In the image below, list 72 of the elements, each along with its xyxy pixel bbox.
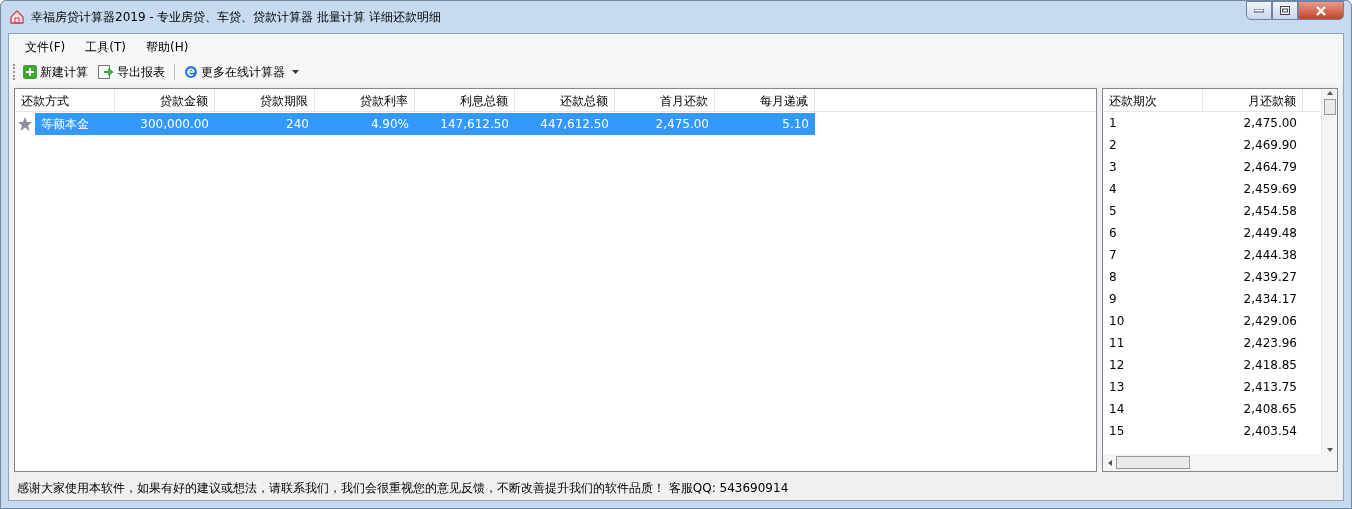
- column-header[interactable]: 贷款利率: [315, 89, 415, 111]
- table-cell-text: 240: [285, 115, 310, 133]
- table-cell-text: 2,454.58: [1242, 203, 1298, 220]
- table-cell-text: 2,464.79: [1242, 159, 1298, 176]
- table-cell-text: 2,439.27: [1242, 269, 1298, 286]
- column-header[interactable]: 利息总额: [415, 89, 515, 111]
- status-text: 感谢大家使用本软件，如果有好的建议或想法，请联系我们，我们会很重视您的意见反馈，不断改善提升我们的软件品质！ 客服QQ: 543690914: [17, 480, 789, 497]
- table-cell-text: 2,418.85: [1242, 357, 1298, 374]
- table-cell-text: 3: [1108, 159, 1118, 176]
- table-cell-text: 2,444.38: [1242, 247, 1298, 264]
- toolbar-button[interactable]: 导出报表: [95, 62, 168, 82]
- column-header[interactable]: 首月还款: [615, 89, 715, 111]
- table-cell-text: 9: [1108, 291, 1118, 308]
- menu-item[interactable]: 文件(F): [15, 36, 76, 58]
- table-cell-text: 2,429.06: [1242, 313, 1298, 330]
- vertical-scrollbar[interactable]: [1321, 89, 1337, 454]
- close-button[interactable]: [1298, 1, 1344, 20]
- table-cell-text: 15: [1108, 423, 1126, 440]
- table-cell-text: 2,413.75: [1242, 379, 1298, 396]
- column-header[interactable]: 月还款额: [1203, 89, 1303, 111]
- table-cell-text: 2,403.54: [1242, 423, 1298, 440]
- table-cell-text: 6: [1108, 225, 1118, 242]
- table-cell-text: 2,408.65: [1242, 401, 1298, 418]
- table-cell-text: 2: [1108, 137, 1118, 154]
- toolbar-button[interactable]: 新建计算: [20, 62, 91, 82]
- column-header[interactable]: 每月递减: [715, 89, 815, 111]
- column-header[interactable]: 贷款金额: [115, 89, 215, 111]
- window-title: 幸福房贷计算器2019 - 专业房贷、车贷、贷款计算器 批量计算 详细还款明细: [31, 9, 442, 26]
- table-cell-text: 12: [1108, 357, 1126, 374]
- column-header[interactable]: 贷款期限: [215, 89, 315, 111]
- table-cell-text: 10: [1108, 313, 1126, 330]
- table-cell-text: 8: [1108, 269, 1118, 286]
- browser-icon: [184, 65, 198, 79]
- column-header[interactable]: 还款方式: [15, 89, 115, 111]
- table-cell-text: 4.90%: [369, 115, 410, 133]
- table-cell-text: 11: [1108, 335, 1126, 352]
- table-cell-text: 5.10: [781, 115, 810, 133]
- table-cell-text: 等额本金: [40, 115, 90, 133]
- scroll-thumb[interactable]: [1116, 456, 1190, 469]
- maximize-button[interactable]: [1272, 1, 1298, 20]
- table-cell-text: 13: [1108, 379, 1126, 396]
- table-cell-text: 2,449.48: [1242, 225, 1298, 242]
- table-cell-text: 300,000.00: [139, 115, 210, 133]
- scroll-thumb[interactable]: [1323, 99, 1336, 115]
- maximize-icon: [1280, 6, 1290, 15]
- plus-icon: [23, 65, 37, 79]
- column-header[interactable]: 还款期次: [1103, 89, 1203, 111]
- table-cell-text: 5: [1108, 203, 1118, 220]
- export-icon: [98, 65, 114, 79]
- table-cell-text: 2,475.00: [654, 115, 710, 133]
- horizontal-scrollbar[interactable]: [1103, 454, 1337, 471]
- menu-item[interactable]: 帮助(H): [135, 36, 199, 58]
- table-cell-text: 2,459.69: [1242, 181, 1298, 198]
- house-icon: [9, 9, 25, 25]
- caret-icon: [292, 70, 299, 74]
- table-cell-text: 2,469.90: [1242, 137, 1298, 154]
- table-cell-text: 14: [1108, 401, 1126, 418]
- toolbar-button[interactable]: 更多在线计算器: [181, 62, 302, 82]
- table-cell-text: 2,434.17: [1242, 291, 1298, 308]
- menu-item[interactable]: 工具(T): [75, 36, 136, 58]
- column-header[interactable]: 还款总额: [515, 89, 615, 111]
- table-cell-text: 2,475.00: [1242, 115, 1298, 132]
- table-cell-text: 7: [1108, 247, 1118, 264]
- table-cell-text: 147,612.50: [439, 115, 510, 133]
- close-icon: [1315, 5, 1327, 16]
- table-cell-text: 2,423.96: [1242, 335, 1298, 352]
- scroll-up-icon[interactable]: [1325, 89, 1334, 97]
- scroll-left-icon[interactable]: [1107, 458, 1113, 467]
- table-cell-text: 447,612.50: [539, 115, 610, 133]
- minimize-icon: [1254, 8, 1264, 13]
- table-cell-text: 1: [1108, 115, 1118, 132]
- table-cell-text: 4: [1108, 181, 1118, 198]
